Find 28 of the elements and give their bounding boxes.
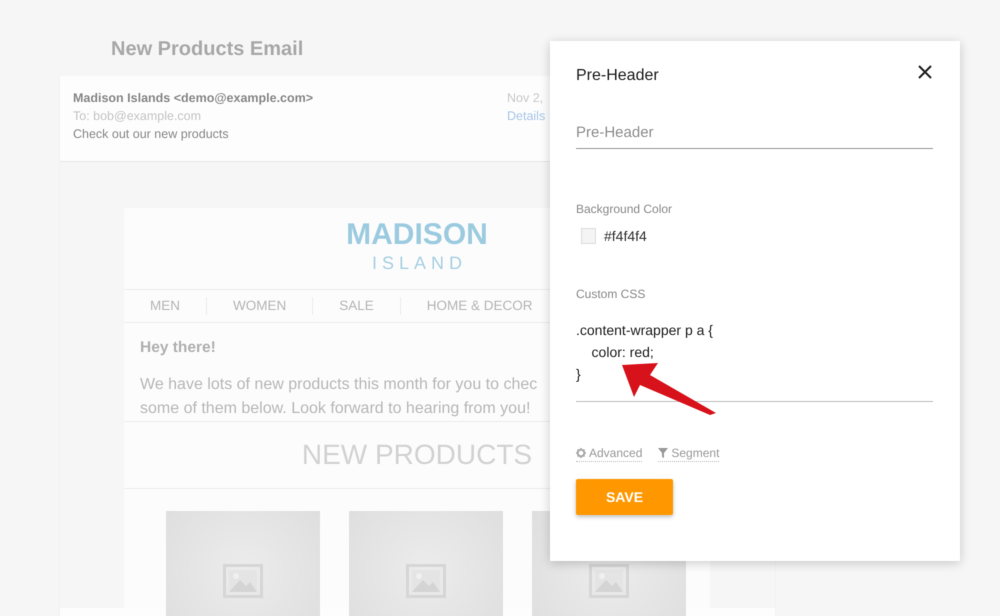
sender-text: Madison Islands <demo@example.com> [73,91,314,105]
color-value: #f4f4f4 [604,228,647,244]
logo-tagline: ISLAND [370,252,468,274]
segment-link[interactable]: Segment [658,446,720,462]
color-swatch[interactable] [581,228,596,244]
gear-icon [576,448,586,458]
image-icon [589,564,629,598]
nav-link[interactable]: WOMEN [206,297,312,315]
close-button[interactable] [917,64,933,80]
nav-link[interactable]: HOME & DECOR [400,297,533,315]
nav-link[interactable]: MEN [124,297,206,315]
dialog-title: Pre-Header [576,66,659,85]
body-text-line: some of them below. Look forward to hearing from you! [140,399,530,419]
image-icon [406,564,446,598]
save-button[interactable]: SAVE [576,479,673,515]
logo-name: MADISON [346,218,488,252]
recipient-text: To: bob@example.com [73,109,202,123]
field-label: Background Color [576,202,672,216]
details-link[interactable]: Details [507,109,546,123]
filter-icon [658,448,668,458]
field-label: Custom CSS [576,287,646,301]
body-text-line: We have lots of new products this month for you to chec [140,375,538,395]
nav-link[interactable]: SALE [312,297,400,315]
greeting-text: Hey there! [140,339,216,357]
page-title: New Products Email [111,38,304,62]
image-icon [223,564,263,598]
subject-text: Check out our new products [73,127,230,141]
advanced-link[interactable]: Advanced [576,446,642,462]
